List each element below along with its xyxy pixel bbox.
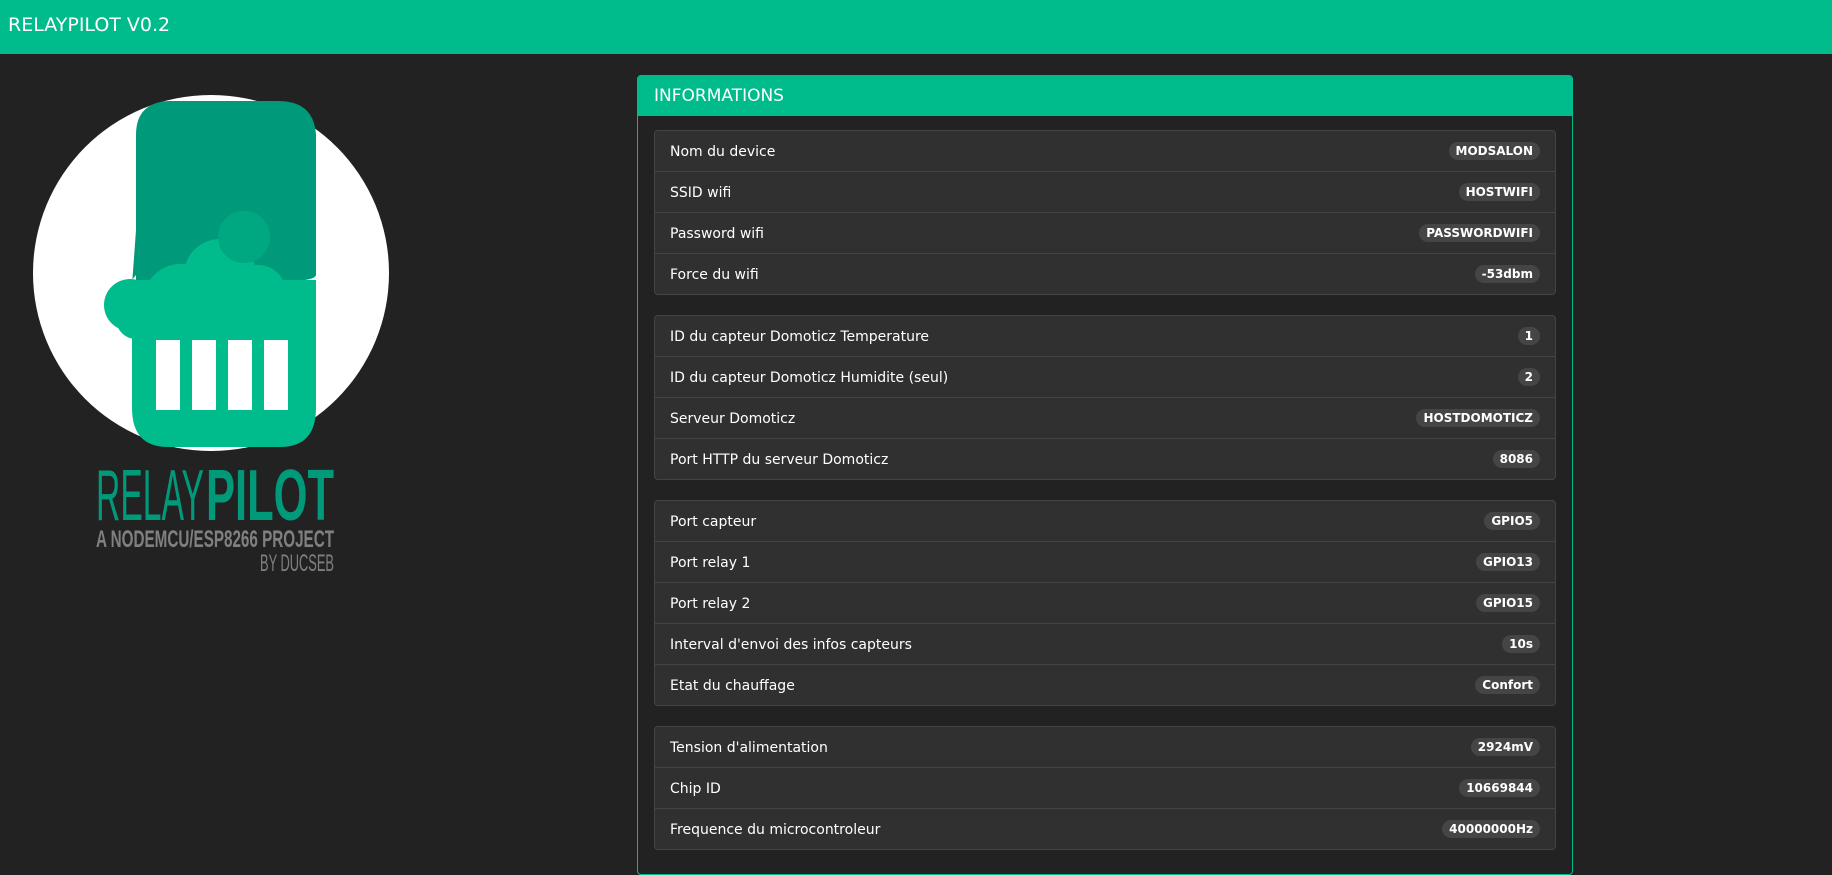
item-label: Port relay 1 <box>670 555 751 571</box>
list-item: Port relay 2 GPIO15 <box>654 582 1556 624</box>
list-group-network: Nom du device MODSALON SSID wifi HOSTWIF… <box>654 130 1556 295</box>
list-item: Chip ID 10669844 <box>654 767 1556 809</box>
logo-pin-4 <box>264 340 288 410</box>
list-item: Frequence du microcontroleur 40000000Hz <box>654 808 1556 850</box>
value-badge: GPIO13 <box>1475 553 1540 571</box>
informations-panel: INFORMATIONS Nom du device MODSALON SSID… <box>637 75 1573 875</box>
value-badge: PASSWORDWIFI <box>1419 224 1540 242</box>
logo-wordmark-pilot: PILOT <box>206 456 334 536</box>
value-badge: 10669844 <box>1459 779 1540 797</box>
list-item: Password wifi PASSWORDWIFI <box>654 212 1556 254</box>
list-item: ID du capteur Domoticz Temperature 1 <box>654 315 1556 357</box>
value-badge: GPIO15 <box>1475 594 1540 612</box>
list-item: Etat du chauffage Confort <box>654 664 1556 706</box>
item-label: Force du wifi <box>670 267 759 283</box>
list-item: Port HTTP du serveur Domoticz 8086 <box>654 438 1556 480</box>
value-badge: HOSTDOMOTICZ <box>1416 409 1540 427</box>
value-badge: 2924mV <box>1470 738 1540 756</box>
item-label: Password wifi <box>670 226 765 242</box>
value-badge: 8086 <box>1492 450 1540 468</box>
navbar-brand[interactable]: RELAYPILOT V0.2 <box>8 13 170 37</box>
value-badge: 2 <box>1517 368 1540 386</box>
list-item: Tension d'alimentation 2924mV <box>654 726 1556 768</box>
item-label: Tension d'alimentation <box>670 740 828 756</box>
panel-title: INFORMATIONS <box>654 86 784 106</box>
item-label: Serveur Domoticz <box>670 411 796 427</box>
list-item: Force du wifi -53dbm <box>654 253 1556 295</box>
item-label: ID du capteur Domoticz Temperature <box>670 329 930 345</box>
logo-pin-1 <box>156 340 180 410</box>
logo-tagline: A NODEMCU/ESP8266 PROJECT <box>96 526 334 553</box>
logo-pin-3 <box>228 340 252 410</box>
item-label: Port relay 2 <box>670 596 751 612</box>
list-item: Serveur Domoticz HOSTDOMOTICZ <box>654 397 1556 439</box>
list-item: SSID wifi HOSTWIFI <box>654 171 1556 213</box>
relaypilot-logo: RELAY PILOT A NODEMCU/ESP8266 PROJECT BY… <box>30 95 390 577</box>
value-badge: MODSALON <box>1448 142 1540 160</box>
item-label: SSID wifi <box>670 185 732 201</box>
item-label: Port capteur <box>670 514 757 530</box>
value-badge: -53dbm <box>1474 265 1540 283</box>
list-item: Port relay 1 GPIO13 <box>654 541 1556 583</box>
list-item: Interval d'envoi des infos capteurs 10s <box>654 623 1556 665</box>
value-badge: Confort <box>1475 676 1540 694</box>
list-item: Port capteur GPIO5 <box>654 500 1556 542</box>
value-badge: GPIO5 <box>1484 512 1540 530</box>
logo-byline: BY DUCSEB <box>260 550 334 575</box>
list-item: Nom du device MODSALON <box>654 130 1556 172</box>
value-badge: 40000000Hz <box>1442 820 1540 838</box>
list-item: ID du capteur Domoticz Humidite (seul) 2 <box>654 356 1556 398</box>
item-label: Frequence du microcontroleur <box>670 822 881 838</box>
item-label: Interval d'envoi des infos capteurs <box>670 637 912 653</box>
list-group-ports: Port capteur GPIO5 Port relay 1 GPIO13 P… <box>654 500 1556 706</box>
list-group-domoticz: ID du capteur Domoticz Temperature 1 ID … <box>654 315 1556 480</box>
item-label: Chip ID <box>670 781 721 797</box>
relaypilot-logo-icon: RELAY PILOT A NODEMCU/ESP8266 PROJECT BY… <box>33 95 389 577</box>
item-label: Port HTTP du serveur Domoticz <box>670 452 889 468</box>
item-label: Etat du chauffage <box>670 678 795 694</box>
logo-wordmark-relay: RELAY <box>96 456 204 536</box>
value-badge: 10s <box>1502 635 1540 653</box>
logo-pin-2 <box>192 340 216 410</box>
info-groups: Nom du device MODSALON SSID wifi HOSTWIF… <box>654 130 1556 870</box>
navbar: RELAYPILOT V0.2 <box>0 0 1832 54</box>
panel-heading: INFORMATIONS <box>638 76 1572 116</box>
item-label: ID du capteur Domoticz Humidite (seul) <box>670 370 949 386</box>
value-badge: 1 <box>1517 327 1540 345</box>
list-group-system: Tension d'alimentation 2924mV Chip ID 10… <box>654 726 1556 850</box>
item-label: Nom du device <box>670 144 776 160</box>
value-badge: HOSTWIFI <box>1458 183 1540 201</box>
